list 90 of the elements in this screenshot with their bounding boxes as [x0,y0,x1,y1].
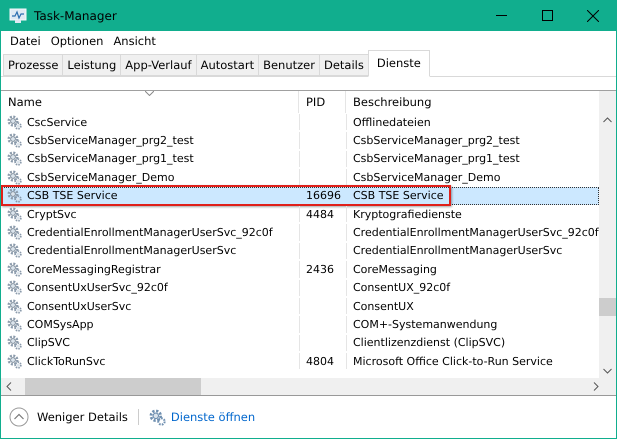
service-name: ConsentUxUserSvc [27,300,132,313]
pid-cell: 4804 [306,354,334,368]
close-icon [587,10,599,22]
table-row[interactable]: CredentialEnrollmentManagerUserSvc_92c0f CredentialEnrollmentManagerUserSvc_92c0f [1,223,599,242]
pid-cell: 4484 [306,208,334,221]
service-name: ClipSVC [27,336,70,350]
service-name: ClickToRunSvc [27,354,106,368]
description-cell: CsbServiceManager_prg1_test [353,152,520,166]
scroll-up-icon [603,117,612,123]
description-cell: CredentialEnrollmentManagerUserSvc_92c0f [353,226,599,240]
menu-item[interactable]: Ansicht [108,34,161,48]
gears-icon [7,188,22,204]
pid-cell: 16696 [306,189,341,202]
table-row[interactable]: ClipSVC Clientlizenzdienst (ClipSVC) [1,334,599,352]
gears-icon [7,298,22,314]
table-row[interactable]: CryptSvc 4484 Kryptografiedienste [1,204,599,224]
table-row[interactable]: CsbServiceManager_prg1_test CsbServiceManager_prg1_test [1,150,599,168]
table-row[interactable]: CsbServiceManager_prg2_test CsbServiceManager_prg2_test [1,131,599,150]
open-services-link[interactable]: Dienste öffnen [170,410,256,424]
table-row[interactable]: ConsentUxUserSvc ConsentUX [1,296,599,316]
gears-icon [7,225,22,240]
gears-icon [7,206,22,222]
table-row[interactable]: COMSysApp COM+-Systemanwendung [1,315,599,334]
service-name: CredentialEnrollmentManagerUserSvc_92c0f [27,226,273,240]
scroll-right-icon [593,382,599,391]
service-name: CoreMessagingRegistrar [27,262,161,276]
column-header[interactable]: Beschreibung [346,91,599,113]
service-name: CSB TSE Service [27,189,118,202]
scroll-down-icon [603,368,612,374]
gears-icon [7,316,22,332]
description-cell: CsbServiceManager_Demo [353,170,500,184]
column-header[interactable]: PID [299,91,346,113]
service-name: ConsentUxUserSvc_92c0f [27,281,168,294]
description-cell: CsbServiceManager_prg2_test [353,134,520,148]
service-name: CsbServiceManager_Demo [27,170,174,184]
scrollbar-corner [599,91,616,113]
monitor-chart-icon [9,8,27,24]
description-cell: ConsentUX [353,300,414,313]
horizontal-scrollbar[interactable] [1,378,616,395]
service-name: CsbServiceManager_prg2_test [27,134,194,148]
table-row[interactable]: ClickToRunSvc 4804 Microsoft Office Click-to-Run Service [1,352,599,370]
gears-icon [7,151,22,166]
description-cell: CredentialEnrollmentManagerUserSvc [353,244,562,258]
tab[interactable]: Leistung [62,54,120,76]
scroll-thumb[interactable] [25,378,201,395]
table-row[interactable]: CSB TSE Service 16696 CSB TSE Service [1,186,599,205]
description-cell: ConsentUX_92c0f [353,281,450,294]
scroll-left-icon [6,382,12,391]
table-row[interactable]: CscService Offlinedateien [1,113,599,132]
tab[interactable]: Autostart [196,54,258,76]
tab[interactable]: Prozesse [3,54,62,76]
gears-icon [7,114,22,130]
description-cell: CSB TSE Service [353,189,444,202]
gears-icon [7,170,22,185]
tab[interactable]: App-Verlauf [120,54,196,76]
service-name: CsbServiceManager_prg1_test [27,152,194,166]
column-header[interactable]: Name [1,91,299,113]
maximize-icon [542,10,552,21]
pid-cell: 2436 [306,262,334,276]
gears-icon [148,408,166,426]
description-cell: CoreMessaging [353,262,437,276]
gears-icon [7,133,22,148]
tab[interactable]: Dienste [368,50,430,77]
table-row[interactable]: CoreMessagingRegistrar 2436 CoreMessaging [1,260,599,279]
gears-icon [7,262,22,277]
description-cell: COM+-Systemanwendung [353,318,498,331]
fewer-details-link[interactable]: Weniger Details [37,410,128,424]
tab[interactable]: Benutzer [258,54,319,76]
service-name: CredentialEnrollmentManagerUserSvc [27,244,236,258]
menu-item[interactable]: Optionen [46,34,108,48]
table-row[interactable]: CsbServiceManager_Demo CsbServiceManager_Demo [1,168,599,187]
window-title: Task-Manager [34,8,117,22]
gears-icon [7,243,22,258]
sort-caret-icon [145,91,154,96]
service-name: COMSysApp [27,318,94,331]
description-cell: Clientlizenzdienst (ClipSVC) [353,336,506,350]
description-cell: Kryptografiedienste [353,208,462,221]
menu-item[interactable]: Datei [5,34,46,48]
table-row[interactable]: CredentialEnrollmentManagerUserSvc CredentialEnrollmentManagerUserSvc [1,242,599,260]
gears-icon [7,354,22,369]
gears-icon [7,335,22,350]
tab[interactable]: Details [318,54,368,76]
service-name: CryptSvc [27,208,77,221]
collapse-up-icon[interactable] [9,407,29,427]
service-name: CscService [27,116,88,129]
gears-icon [7,280,22,296]
description-cell: Offlinedateien [353,116,431,129]
table-row[interactable]: ConsentUxUserSvc_92c0f ConsentUX_92c0f [1,278,599,297]
scroll-thumb[interactable] [599,298,616,316]
description-cell: Microsoft Office Click-to-Run Service [353,354,553,368]
